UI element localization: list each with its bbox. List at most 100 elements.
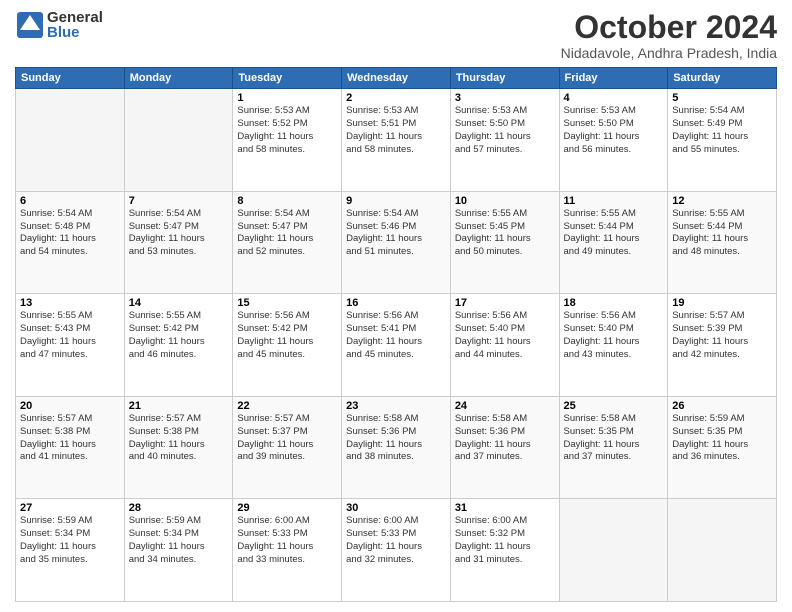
day-number: 5 — [672, 92, 772, 104]
weekday-header-wednesday: Wednesday — [342, 68, 451, 89]
location: Nidadavole, Andhra Pradesh, India — [561, 45, 777, 61]
calendar-cell: 21Sunrise: 5:57 AM Sunset: 5:38 PM Dayli… — [124, 396, 233, 499]
day-number: 16 — [346, 297, 446, 309]
calendar-cell: 20Sunrise: 5:57 AM Sunset: 5:38 PM Dayli… — [16, 396, 125, 499]
day-info: Sunrise: 5:53 AM Sunset: 5:50 PM Dayligh… — [564, 105, 664, 156]
day-number: 22 — [237, 400, 337, 412]
week-row-4: 27Sunrise: 5:59 AM Sunset: 5:34 PM Dayli… — [16, 499, 777, 602]
day-number: 6 — [20, 195, 120, 207]
day-info: Sunrise: 5:55 AM Sunset: 5:42 PM Dayligh… — [129, 310, 229, 361]
day-info: Sunrise: 5:56 AM Sunset: 5:41 PM Dayligh… — [346, 310, 446, 361]
day-number: 27 — [20, 502, 120, 514]
month-title: October 2024 — [561, 10, 777, 45]
calendar-cell: 4Sunrise: 5:53 AM Sunset: 5:50 PM Daylig… — [559, 89, 668, 192]
day-info: Sunrise: 5:57 AM Sunset: 5:37 PM Dayligh… — [237, 413, 337, 464]
calendar-table: SundayMondayTuesdayWednesdayThursdayFrid… — [15, 67, 777, 602]
logo-text: General Blue — [47, 10, 103, 40]
calendar-cell: 11Sunrise: 5:55 AM Sunset: 5:44 PM Dayli… — [559, 191, 668, 294]
weekday-header-thursday: Thursday — [450, 68, 559, 89]
day-number: 31 — [455, 502, 555, 514]
calendar-cell: 8Sunrise: 5:54 AM Sunset: 5:47 PM Daylig… — [233, 191, 342, 294]
day-info: Sunrise: 5:59 AM Sunset: 5:34 PM Dayligh… — [129, 515, 229, 566]
day-info: Sunrise: 5:54 AM Sunset: 5:47 PM Dayligh… — [237, 208, 337, 259]
day-info: Sunrise: 5:59 AM Sunset: 5:34 PM Dayligh… — [20, 515, 120, 566]
calendar-cell: 13Sunrise: 5:55 AM Sunset: 5:43 PM Dayli… — [16, 294, 125, 397]
day-number: 21 — [129, 400, 229, 412]
calendar-cell: 23Sunrise: 5:58 AM Sunset: 5:36 PM Dayli… — [342, 396, 451, 499]
weekday-header-saturday: Saturday — [668, 68, 777, 89]
day-number: 20 — [20, 400, 120, 412]
calendar-cell: 15Sunrise: 5:56 AM Sunset: 5:42 PM Dayli… — [233, 294, 342, 397]
calendar-cell: 16Sunrise: 5:56 AM Sunset: 5:41 PM Dayli… — [342, 294, 451, 397]
calendar-cell: 29Sunrise: 6:00 AM Sunset: 5:33 PM Dayli… — [233, 499, 342, 602]
day-number: 4 — [564, 92, 664, 104]
calendar-cell: 18Sunrise: 5:56 AM Sunset: 5:40 PM Dayli… — [559, 294, 668, 397]
weekday-header-friday: Friday — [559, 68, 668, 89]
calendar-cell: 31Sunrise: 6:00 AM Sunset: 5:32 PM Dayli… — [450, 499, 559, 602]
weekday-header-monday: Monday — [124, 68, 233, 89]
weekday-header-sunday: Sunday — [16, 68, 125, 89]
logo: General Blue — [15, 10, 103, 40]
day-number: 25 — [564, 400, 664, 412]
day-number: 30 — [346, 502, 446, 514]
week-row-0: 1Sunrise: 5:53 AM Sunset: 5:52 PM Daylig… — [16, 89, 777, 192]
calendar-cell: 6Sunrise: 5:54 AM Sunset: 5:48 PM Daylig… — [16, 191, 125, 294]
day-number: 1 — [237, 92, 337, 104]
calendar-cell: 2Sunrise: 5:53 AM Sunset: 5:51 PM Daylig… — [342, 89, 451, 192]
day-number: 18 — [564, 297, 664, 309]
calendar-cell: 19Sunrise: 5:57 AM Sunset: 5:39 PM Dayli… — [668, 294, 777, 397]
week-row-2: 13Sunrise: 5:55 AM Sunset: 5:43 PM Dayli… — [16, 294, 777, 397]
day-info: Sunrise: 5:57 AM Sunset: 5:38 PM Dayligh… — [129, 413, 229, 464]
calendar-cell: 10Sunrise: 5:55 AM Sunset: 5:45 PM Dayli… — [450, 191, 559, 294]
day-number: 29 — [237, 502, 337, 514]
day-info: Sunrise: 5:54 AM Sunset: 5:48 PM Dayligh… — [20, 208, 120, 259]
weekday-header-tuesday: Tuesday — [233, 68, 342, 89]
day-info: Sunrise: 5:54 AM Sunset: 5:47 PM Dayligh… — [129, 208, 229, 259]
day-info: Sunrise: 5:55 AM Sunset: 5:44 PM Dayligh… — [672, 208, 772, 259]
calendar-cell: 1Sunrise: 5:53 AM Sunset: 5:52 PM Daylig… — [233, 89, 342, 192]
day-info: Sunrise: 5:53 AM Sunset: 5:50 PM Dayligh… — [455, 105, 555, 156]
day-number: 2 — [346, 92, 446, 104]
day-info: Sunrise: 5:58 AM Sunset: 5:36 PM Dayligh… — [346, 413, 446, 464]
day-number: 28 — [129, 502, 229, 514]
calendar-cell: 26Sunrise: 5:59 AM Sunset: 5:35 PM Dayli… — [668, 396, 777, 499]
calendar-cell: 7Sunrise: 5:54 AM Sunset: 5:47 PM Daylig… — [124, 191, 233, 294]
day-number: 8 — [237, 195, 337, 207]
day-number: 9 — [346, 195, 446, 207]
day-number: 15 — [237, 297, 337, 309]
calendar-cell — [16, 89, 125, 192]
day-info: Sunrise: 5:55 AM Sunset: 5:45 PM Dayligh… — [455, 208, 555, 259]
header: General Blue October 2024 Nidadavole, An… — [15, 10, 777, 61]
day-number: 10 — [455, 195, 555, 207]
day-info: Sunrise: 5:57 AM Sunset: 5:38 PM Dayligh… — [20, 413, 120, 464]
day-number: 12 — [672, 195, 772, 207]
calendar-cell — [559, 499, 668, 602]
logo-blue: Blue — [47, 25, 103, 40]
day-info: Sunrise: 5:54 AM Sunset: 5:46 PM Dayligh… — [346, 208, 446, 259]
page: General Blue October 2024 Nidadavole, An… — [0, 0, 792, 612]
calendar-cell: 3Sunrise: 5:53 AM Sunset: 5:50 PM Daylig… — [450, 89, 559, 192]
day-number: 24 — [455, 400, 555, 412]
calendar-cell: 25Sunrise: 5:58 AM Sunset: 5:35 PM Dayli… — [559, 396, 668, 499]
week-row-3: 20Sunrise: 5:57 AM Sunset: 5:38 PM Dayli… — [16, 396, 777, 499]
day-number: 3 — [455, 92, 555, 104]
day-number: 23 — [346, 400, 446, 412]
calendar-cell: 24Sunrise: 5:58 AM Sunset: 5:36 PM Dayli… — [450, 396, 559, 499]
day-info: Sunrise: 5:54 AM Sunset: 5:49 PM Dayligh… — [672, 105, 772, 156]
calendar-cell: 17Sunrise: 5:56 AM Sunset: 5:40 PM Dayli… — [450, 294, 559, 397]
calendar-cell: 27Sunrise: 5:59 AM Sunset: 5:34 PM Dayli… — [16, 499, 125, 602]
weekday-header-row: SundayMondayTuesdayWednesdayThursdayFrid… — [16, 68, 777, 89]
calendar-cell: 30Sunrise: 6:00 AM Sunset: 5:33 PM Dayli… — [342, 499, 451, 602]
calendar-cell — [668, 499, 777, 602]
calendar-cell: 5Sunrise: 5:54 AM Sunset: 5:49 PM Daylig… — [668, 89, 777, 192]
day-number: 17 — [455, 297, 555, 309]
calendar-cell: 28Sunrise: 5:59 AM Sunset: 5:34 PM Dayli… — [124, 499, 233, 602]
day-info: Sunrise: 6:00 AM Sunset: 5:33 PM Dayligh… — [346, 515, 446, 566]
day-number: 13 — [20, 297, 120, 309]
day-info: Sunrise: 5:56 AM Sunset: 5:42 PM Dayligh… — [237, 310, 337, 361]
day-info: Sunrise: 5:59 AM Sunset: 5:35 PM Dayligh… — [672, 413, 772, 464]
week-row-1: 6Sunrise: 5:54 AM Sunset: 5:48 PM Daylig… — [16, 191, 777, 294]
day-info: Sunrise: 5:53 AM Sunset: 5:52 PM Dayligh… — [237, 105, 337, 156]
day-info: Sunrise: 5:56 AM Sunset: 5:40 PM Dayligh… — [564, 310, 664, 361]
calendar-cell: 9Sunrise: 5:54 AM Sunset: 5:46 PM Daylig… — [342, 191, 451, 294]
